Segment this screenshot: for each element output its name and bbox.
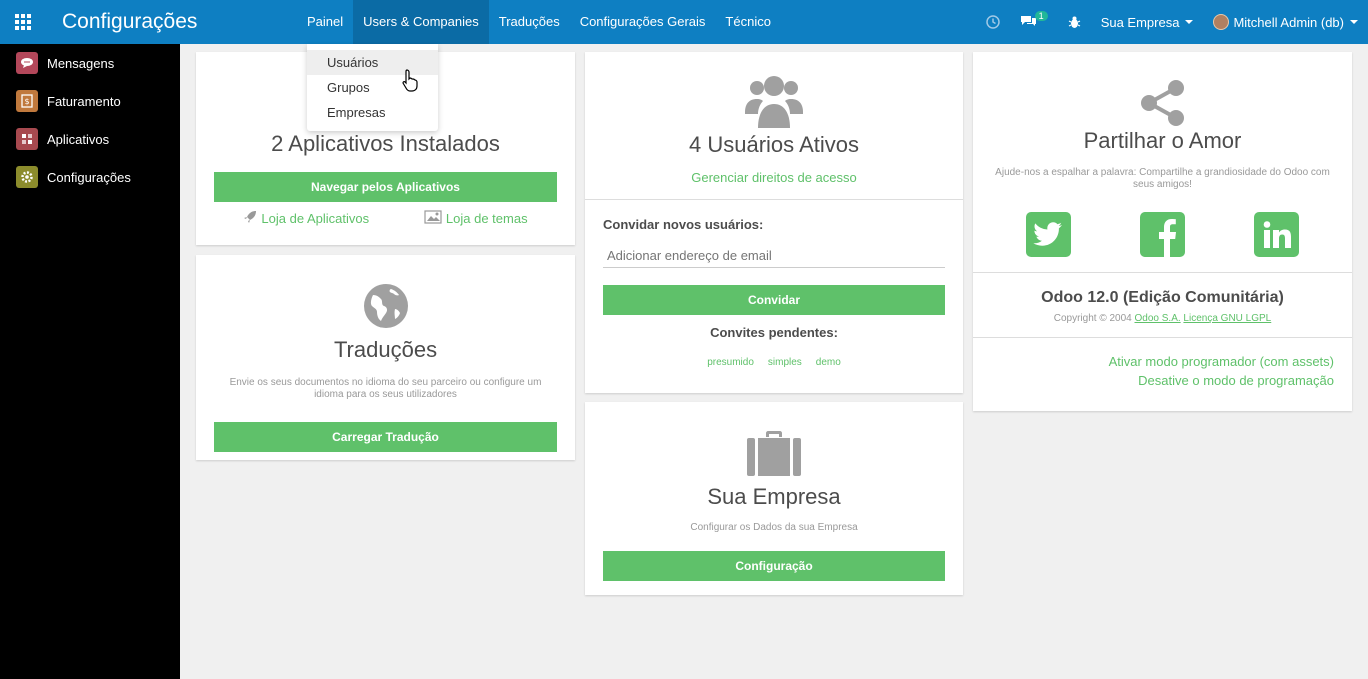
app-title: Configurações xyxy=(62,10,198,33)
pending-invite-item[interactable]: presumido xyxy=(707,357,754,368)
activate-dev-mode-assets-link[interactable]: Ativar modo programador (com assets) xyxy=(973,354,1334,369)
translations-description: Envie os seus documentos no idioma do se… xyxy=(229,377,542,400)
pending-invites-list: presumido simples demo xyxy=(585,357,963,368)
users-group-icon xyxy=(585,74,963,128)
menu-tecnico[interactable]: Técnico xyxy=(715,0,781,44)
divider xyxy=(973,337,1352,338)
translations-card: Traduções Envie os seus documentos no id… xyxy=(196,255,575,460)
disable-dev-mode-link[interactable]: Desative o modo de programação xyxy=(973,373,1334,388)
avatar xyxy=(1213,14,1230,30)
apps-menu-icon[interactable] xyxy=(0,0,46,44)
theme-store-link[interactable]: Loja de temas xyxy=(424,210,528,227)
pending-invite-item[interactable]: simples xyxy=(768,357,802,368)
company-card: Sua Empresa Configurar os Dados da sua E… xyxy=(585,402,963,595)
company-configuration-button[interactable]: Configuração xyxy=(603,551,945,581)
invite-button[interactable]: Convidar xyxy=(603,285,945,315)
sidebar-item-mensagens[interactable]: Mensagens xyxy=(0,44,180,82)
activity-clock-icon[interactable] xyxy=(976,0,1010,44)
company-description: Configurar os Dados da sua Empresa xyxy=(690,522,858,533)
odoo-sa-link[interactable]: Odoo S.A. xyxy=(1135,313,1181,324)
app-store-label: Loja de Aplicativos xyxy=(261,211,370,226)
divider xyxy=(973,272,1352,273)
dropdown-item-empresas[interactable]: Empresas xyxy=(307,100,438,125)
active-users-card: 4 Usuários Ativos Gerenciar direitos de … xyxy=(585,52,963,393)
sidebar-item-aplicativos[interactable]: Aplicativos xyxy=(0,120,180,158)
translations-title: Traduções xyxy=(333,337,438,362)
menu-painel[interactable]: Painel xyxy=(297,0,353,44)
menu-traducoes[interactable]: Traduções xyxy=(489,0,570,44)
sidebar-item-label: Mensagens xyxy=(47,55,115,71)
share-love-title: Partilhar o Amor xyxy=(1083,128,1242,153)
sidebar-item-configuracoes[interactable]: Configurações xyxy=(0,158,180,196)
browse-apps-button[interactable]: Navegar pelos Aplicativos xyxy=(214,172,557,202)
messages-icon xyxy=(16,52,38,74)
chevron-down-icon xyxy=(1350,20,1358,24)
menu-configuracoes-gerais[interactable]: Configurações Gerais xyxy=(570,0,716,44)
linkedin-icon[interactable] xyxy=(1254,212,1300,257)
copyright-line: Copyright © 2004 Odoo S.A. Licença GNU L… xyxy=(973,313,1352,324)
company-title: Sua Empresa xyxy=(707,484,841,509)
sidebar-item-label: Aplicativos xyxy=(47,131,110,147)
svg-text:$: $ xyxy=(24,97,29,106)
chevron-down-icon xyxy=(1185,20,1194,24)
invoice-icon: $ xyxy=(16,90,38,112)
load-translation-button[interactable]: Carregar Tradução xyxy=(214,422,557,452)
apps-cubes-icon xyxy=(16,128,38,150)
manage-access-rights-link[interactable]: Gerenciar direitos de acesso xyxy=(585,170,963,185)
image-icon xyxy=(424,210,442,227)
menu-users-companies[interactable]: Users & Companies xyxy=(353,0,489,44)
chat-count-badge: 1 xyxy=(1034,11,1048,21)
debug-bug-icon[interactable] xyxy=(1058,0,1091,44)
chat-button[interactable]: 1 xyxy=(1010,0,1058,44)
app-store-link[interactable]: Loja de Aplicativos xyxy=(243,210,369,227)
copyright-text: Copyright © 2004 xyxy=(1053,313,1132,324)
share-icon xyxy=(973,80,1352,126)
main-menu: Painel Users & Companies Traduções Confi… xyxy=(297,0,781,44)
company-switcher[interactable]: Sua Empresa xyxy=(1091,0,1204,44)
top-navbar: Configurações Painel Users & Companies T… xyxy=(0,0,1368,44)
share-love-description: Ajude-nos a espalhar a palavra: Comparti… xyxy=(995,167,1330,190)
user-name: Mitchell Admin (db) xyxy=(1233,14,1344,30)
twitter-icon[interactable] xyxy=(1025,212,1071,257)
sidebar-item-faturamento[interactable]: $ Faturamento xyxy=(0,82,180,120)
active-users-title: 4 Usuários Ativos xyxy=(689,132,859,157)
odoo-version: Odoo 12.0 (Edição Comunitária) xyxy=(1041,289,1284,306)
installed-apps-title: 2 Aplicativos Instalados xyxy=(271,131,500,156)
sidebar-item-label: Faturamento xyxy=(47,93,121,109)
divider xyxy=(585,199,963,200)
rocket-icon xyxy=(243,210,257,227)
gear-icon xyxy=(16,166,38,188)
facebook-icon[interactable] xyxy=(1139,212,1185,257)
hand-cursor-icon xyxy=(401,68,421,97)
email-invite-input[interactable] xyxy=(603,244,945,268)
social-links xyxy=(973,212,1352,257)
company-name: Sua Empresa xyxy=(1100,14,1180,30)
briefcase-icon xyxy=(585,430,963,476)
theme-store-label: Loja de temas xyxy=(445,211,528,226)
pending-invite-item[interactable]: demo xyxy=(816,357,841,368)
pending-invites-label: Convites pendentes: xyxy=(710,325,838,340)
sidebar: Mensagens $ Faturamento Aplicativos Conf… xyxy=(0,44,180,679)
user-menu[interactable]: Mitchell Admin (db) xyxy=(1203,0,1368,44)
share-love-card: Partilhar o Amor Ajude-nos a espalhar a … xyxy=(973,52,1352,411)
invite-users-label: Convidar novos usuários: xyxy=(603,217,764,232)
sidebar-item-label: Configurações xyxy=(47,169,131,185)
globe-icon xyxy=(196,283,575,329)
license-link[interactable]: Licença GNU LGPL xyxy=(1183,313,1271,324)
